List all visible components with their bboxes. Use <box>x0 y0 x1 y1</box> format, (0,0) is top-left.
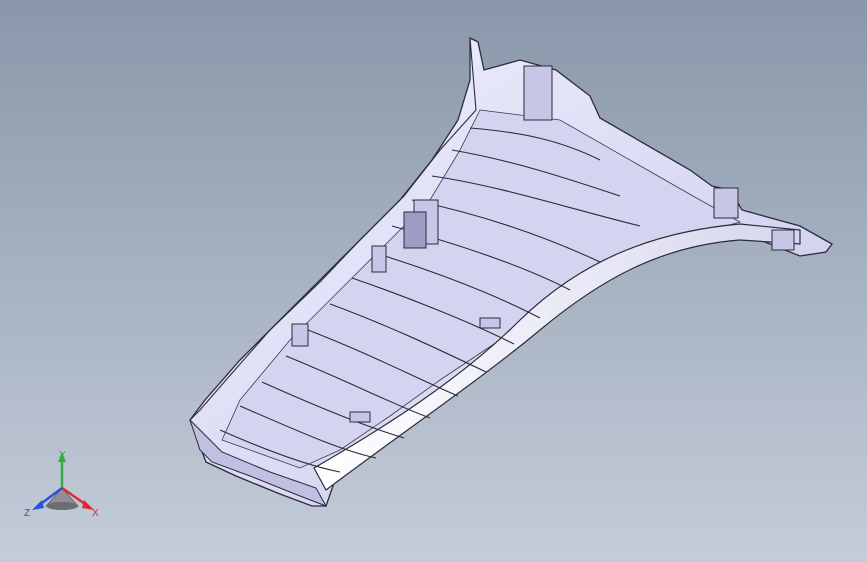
orientation-triad: Y X Z <box>24 450 99 519</box>
triad-z-arrow-icon <box>32 500 44 510</box>
3d-model-part[interactable] <box>0 0 867 562</box>
triad-x-label: X <box>92 508 99 519</box>
triad-z-label: Z <box>24 508 30 519</box>
triad-y-label: Y <box>59 450 66 461</box>
graphics-viewport[interactable]: Y X Z <box>0 0 867 562</box>
